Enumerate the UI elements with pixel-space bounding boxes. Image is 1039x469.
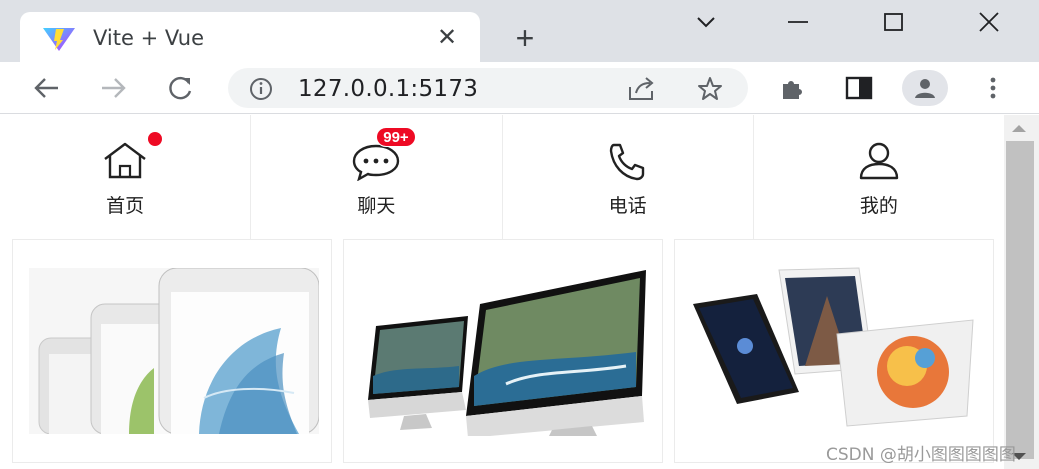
scrollbar-thumb[interactable] xyxy=(1006,141,1034,459)
side-panel-icon[interactable] xyxy=(844,74,874,102)
tab-strip: Vite + Vue ✕ + xyxy=(0,0,1039,62)
close-window-icon[interactable] xyxy=(969,8,1009,38)
page-viewport: 首页 99+ 聊天 电话 我的 xyxy=(0,115,1004,469)
nav-label-phone: 电话 xyxy=(608,195,647,217)
product-grid xyxy=(12,239,994,469)
nav-label-home: 首页 xyxy=(106,195,145,217)
site-info-icon[interactable] xyxy=(248,76,274,102)
back-icon[interactable] xyxy=(32,74,62,102)
forward-icon[interactable] xyxy=(98,74,128,102)
top-nav: 首页 99+ 聊天 电话 我的 xyxy=(0,115,1004,239)
tab-title: Vite + Vue xyxy=(93,26,205,50)
vite-logo-icon xyxy=(43,28,75,51)
minimize-icon[interactable] xyxy=(778,8,818,38)
profile-icon xyxy=(915,79,935,98)
nav-label-chat: 聊天 xyxy=(357,195,396,217)
nav-item-home[interactable]: 首页 xyxy=(0,115,252,239)
notification-dot xyxy=(148,132,162,146)
nav-item-chat[interactable]: 99+ 聊天 xyxy=(251,115,503,239)
share-icon[interactable] xyxy=(626,75,658,103)
menu-icon[interactable] xyxy=(978,74,1008,102)
nav-item-phone[interactable]: 电话 xyxy=(503,115,754,239)
ipad-image xyxy=(693,267,974,427)
product-card-iphone[interactable] xyxy=(12,239,332,463)
new-tab-button[interactable]: + xyxy=(508,22,542,56)
imac-image xyxy=(368,270,646,436)
tab-list-icon[interactable] xyxy=(686,8,726,38)
watermark-text: CSDN @胡小图图图图图 xyxy=(826,445,1016,465)
browser-toolbar: 127.0.0.1:5173 xyxy=(0,62,1039,114)
user-icon xyxy=(859,142,899,180)
iphone-image xyxy=(29,268,319,434)
nav-item-profile[interactable]: 我的 xyxy=(754,115,1004,239)
bookmark-star-icon[interactable] xyxy=(696,75,724,103)
vertical-scrollbar[interactable] xyxy=(1004,115,1039,469)
product-card-imac[interactable] xyxy=(343,239,663,463)
tab-close-button[interactable]: ✕ xyxy=(432,23,462,53)
nav-label-profile: 我的 xyxy=(859,195,898,217)
unread-badge: 99+ xyxy=(376,127,416,147)
reload-icon[interactable] xyxy=(165,74,195,102)
extensions-icon[interactable] xyxy=(778,74,808,102)
home-icon xyxy=(104,142,146,179)
address-bar[interactable]: 127.0.0.1:5173 xyxy=(228,68,748,108)
profile-button[interactable] xyxy=(902,70,948,106)
product-card-ipad[interactable] xyxy=(674,239,994,463)
url-text: 127.0.0.1:5173 xyxy=(298,76,479,102)
maximize-icon[interactable] xyxy=(874,8,914,38)
scroll-up-icon[interactable] xyxy=(1012,125,1026,132)
phone-icon xyxy=(609,143,644,181)
browser-tab[interactable]: Vite + Vue ✕ xyxy=(20,12,480,62)
